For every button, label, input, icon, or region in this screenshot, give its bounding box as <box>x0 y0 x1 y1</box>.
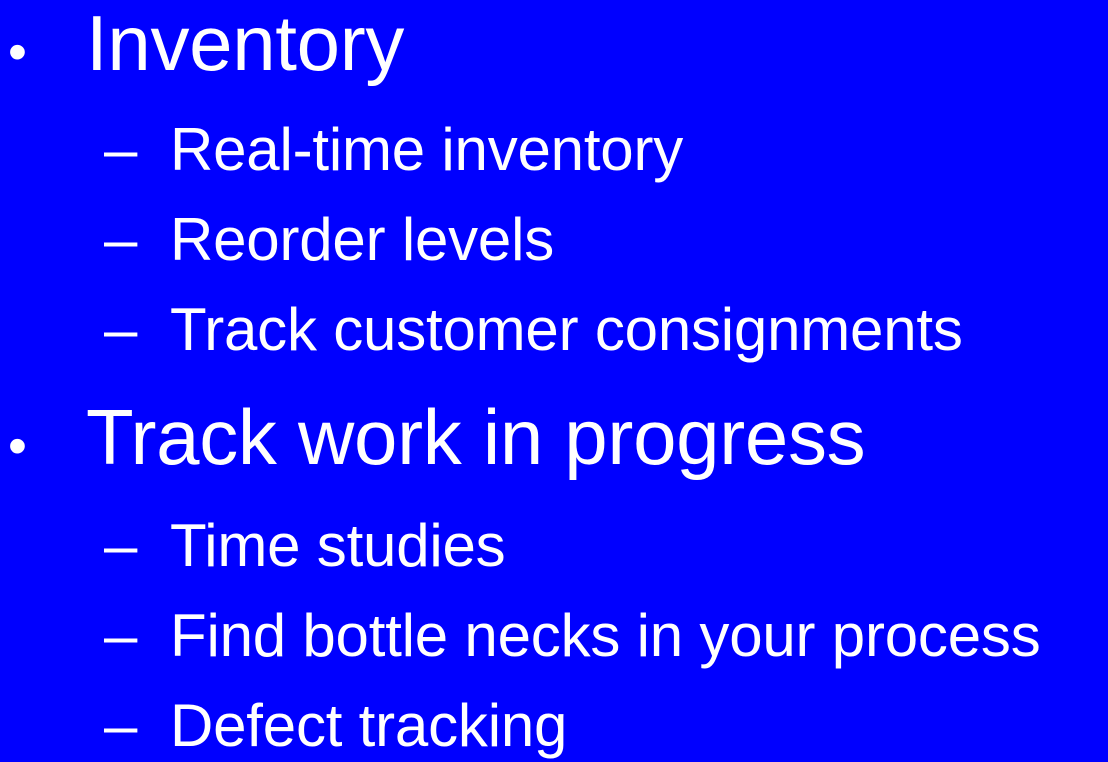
sub-bullet-track-customer-consignments: – Track customer consignments <box>104 300 963 360</box>
sub-bullet-marker: – <box>104 512 138 579</box>
bullet-marker: • <box>8 22 27 82</box>
sub-bullet-label: Track customer consignments <box>170 296 963 363</box>
bullet-track-work-in-progress: • Track work in progress <box>8 393 866 481</box>
sub-bullet-label: Reorder levels <box>170 206 555 273</box>
sub-bullet-marker: – <box>104 116 138 183</box>
bullet-label: Track work in progress <box>86 393 866 481</box>
sub-bullet-time-studies: – Time studies <box>104 512 506 579</box>
sub-bullet-marker: – <box>104 692 138 759</box>
sub-bullet-reorder-levels: – Reorder levels <box>104 210 554 270</box>
sub-bullet-label: Real-time inventory <box>170 116 684 183</box>
sub-bullet-marker: – <box>104 602 138 669</box>
sub-bullet-label: Time studies <box>170 512 506 579</box>
bullet-label: Inventory <box>86 0 405 87</box>
sub-bullet-label: Find bottle necks in your process <box>170 602 1041 669</box>
sub-bullet-marker: – <box>104 206 138 273</box>
slide: • Inventory – Real-time inventory – Reor… <box>0 0 1108 762</box>
sub-bullet-marker: – <box>104 296 138 363</box>
sub-bullet-real-time-inventory: – Real-time inventory <box>104 120 683 180</box>
bullet-inventory: • Inventory <box>8 4 404 82</box>
sub-bullet-label: Defect tracking <box>170 692 568 759</box>
sub-bullet-defect-tracking: – Defect tracking <box>104 696 567 756</box>
bullet-marker: • <box>8 416 27 476</box>
sub-bullet-find-bottle-necks: – Find bottle necks in your process <box>104 606 1041 666</box>
